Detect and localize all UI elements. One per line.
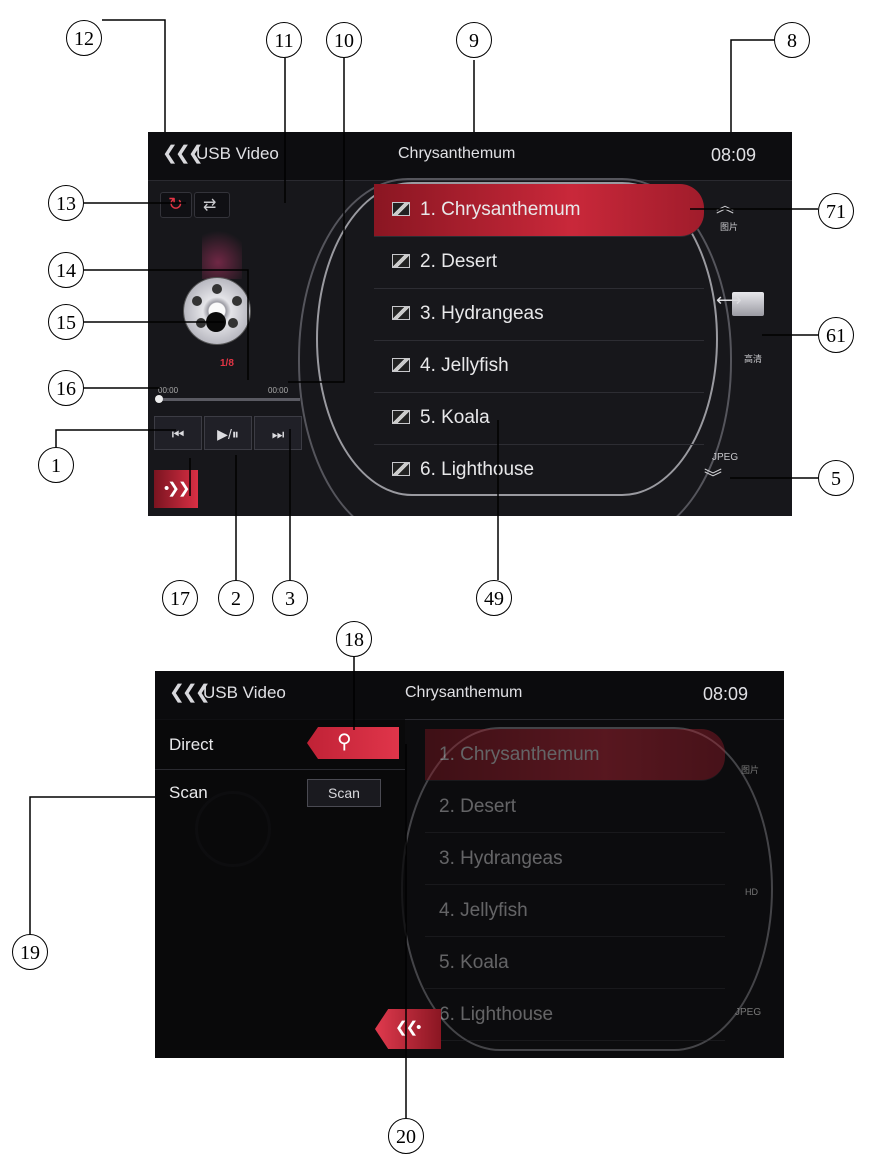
callout-18: 18: [336, 621, 372, 657]
callout-2: 2: [218, 580, 254, 616]
repeat-icon: ↻: [168, 194, 184, 214]
current-track-title: Chrysanthemum: [398, 145, 516, 162]
page-up-label: 图片: [720, 222, 739, 232]
folder-label: HD: [745, 887, 758, 897]
callout-61: 61: [818, 317, 854, 353]
callout-5: 5: [818, 460, 854, 496]
image-icon: [392, 358, 410, 372]
callout-13: 13: [48, 185, 84, 221]
back-chevrons-icon[interactable]: ❮❮❮: [162, 142, 204, 165]
search-icon: ⚲: [337, 731, 352, 753]
list-item[interactable]: 2. Desert: [374, 236, 704, 289]
callout-19: 19: [12, 934, 48, 970]
list-item: 1. Chrysanthemum: [425, 729, 725, 781]
next-button[interactable]: ⏭: [254, 416, 302, 450]
list-item-selected[interactable]: 1. Chrysanthemum: [374, 184, 704, 237]
settings-screen: ❮❮❮ USB Video Chrysanthemum 08:09 1. Chr…: [155, 671, 784, 1058]
list-item: 4. Jellyfish: [425, 885, 725, 937]
list-item[interactable]: 4. Jellyfish: [374, 340, 704, 393]
callout-71: 71: [818, 193, 854, 229]
direct-label: Direct: [169, 735, 214, 754]
page-up-button[interactable]: ︽ 图片: [708, 192, 748, 242]
callout-11: 11: [266, 22, 302, 58]
list-item: 3. Hydrangeas: [425, 833, 725, 885]
callout-16: 16: [48, 370, 84, 406]
current-track-title: Chrysanthemum: [405, 684, 523, 701]
list-item: 6. Lighthouse: [425, 989, 725, 1041]
list-item-label: 5. Koala: [420, 407, 490, 428]
list-item-label: 4. Jellyfish: [420, 355, 509, 376]
callout-8: 8: [774, 22, 810, 58]
file-list: 1. Chrysanthemum 2. Desert 3. Hydrangeas…: [374, 184, 704, 496]
image-icon: [392, 462, 410, 476]
back-chevrons-icon: ❮❮•: [395, 1019, 421, 1036]
image-icon: [392, 254, 410, 268]
callout-15: 15: [48, 304, 84, 340]
title-bar: ❮❮❮ USB Video Chrysanthemum 08:09: [148, 132, 792, 181]
arrows-icon: ⟷: [716, 290, 742, 310]
clock: 08:09: [710, 145, 756, 165]
search-button[interactable]: ⚲: [307, 727, 399, 759]
image-icon: [392, 306, 410, 320]
list-item: 5. Koala: [425, 937, 725, 989]
shuffle-button[interactable]: ⇄: [194, 192, 230, 218]
callout-14: 14: [48, 252, 84, 288]
list-item-label: 3. Hydrangeas: [420, 303, 544, 324]
list-item: 2. Desert: [425, 781, 725, 833]
list-item[interactable]: 3. Hydrangeas: [374, 288, 704, 341]
prev-button[interactable]: ⏮: [154, 416, 202, 450]
callout-1: 1: [38, 447, 74, 483]
page-down-label: JPEG: [735, 1007, 762, 1018]
list-item[interactable]: 6. Lighthouse: [374, 444, 704, 496]
list-item[interactable]: 5. Koala: [374, 392, 704, 445]
callout-9: 9: [456, 22, 492, 58]
scan-button[interactable]: Scan: [307, 779, 381, 807]
callout-17: 17: [162, 580, 198, 616]
scan-label: Scan: [169, 783, 208, 802]
image-icon: [392, 410, 410, 424]
settings-toggle-button[interactable]: •❯❯: [154, 470, 198, 508]
main-player-screen: ❮❮❮ USB Video Chrysanthemum 08:09 ↻ ⇄ 1/…: [148, 132, 792, 516]
particle-effect: [202, 224, 242, 279]
chevron-up-icon: ︽: [716, 196, 734, 216]
folder-label: 高清: [744, 354, 763, 364]
folder-button[interactable]: ⟷ 高清: [716, 286, 776, 366]
list-item-label: 2. Desert: [420, 251, 498, 272]
page-down-label: JPEG: [712, 452, 739, 463]
film-reel-icon: [184, 278, 250, 344]
clock: 08:09: [702, 684, 748, 704]
progress-bar[interactable]: [155, 395, 300, 403]
progress-knob[interactable]: [155, 395, 163, 403]
page-down-button[interactable]: JPEG ︾: [704, 450, 748, 494]
track-counter: 1/8: [220, 358, 234, 369]
repeat-button[interactable]: ↻: [160, 192, 192, 218]
image-icon: [392, 202, 410, 216]
callout-10: 10: [326, 22, 362, 58]
chevron-down-icon: ︾: [704, 468, 722, 488]
dimmed-list: 1. Chrysanthemum 2. Desert 3. Hydrangeas…: [425, 729, 725, 1049]
callout-12: 12: [66, 20, 102, 56]
callout-20: 20: [388, 1118, 424, 1154]
source-title: USB Video: [196, 144, 279, 163]
source-title: USB Video: [203, 683, 286, 702]
list-item-label: 6. Lighthouse: [420, 459, 535, 480]
collapse-button[interactable]: ❮❮•: [375, 1009, 441, 1049]
time-total: 00:00: [268, 386, 289, 395]
title-bar: ❮❮❮ USB Video Chrysanthemum 08:09: [155, 671, 784, 720]
overlay-menu: Direct ⚲ Scan Scan: [155, 719, 405, 1058]
play-pause-button[interactable]: ▶/⏸: [204, 416, 252, 450]
back-chevrons-icon[interactable]: ❮❮❮: [169, 681, 211, 704]
page-up-label: 图片: [741, 765, 760, 775]
list-item-label: 1. Chrysanthemum: [420, 199, 581, 220]
callout-49: 49: [476, 580, 512, 616]
callout-3: 3: [272, 580, 308, 616]
menu-row-direct[interactable]: Direct ⚲: [155, 719, 405, 770]
shuffle-icon: ⇄: [203, 197, 217, 214]
time-elapsed: 00:00: [158, 386, 179, 395]
forward-chevrons-icon: •❯❯: [164, 480, 190, 497]
playback-controls: ⏮ ▶/⏸ ⏭: [154, 416, 304, 450]
menu-row-scan[interactable]: Scan Scan: [155, 771, 405, 821]
